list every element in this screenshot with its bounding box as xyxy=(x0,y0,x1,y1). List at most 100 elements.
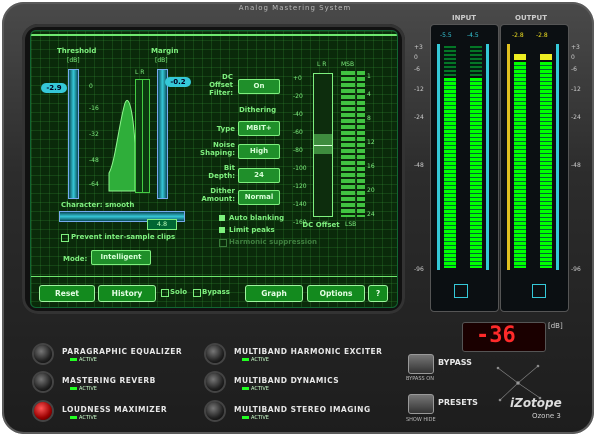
help-button[interactable]: ? xyxy=(368,285,388,302)
bit-tick: 8 xyxy=(367,115,371,122)
bit-tick: 1 xyxy=(367,73,371,80)
mastering-reverb-knob[interactable] xyxy=(34,373,52,391)
dc-offset-button[interactable]: On xyxy=(238,79,280,94)
dither-amount-label: Dither Amount: xyxy=(201,187,235,203)
meter-tick: -12 xyxy=(571,86,581,93)
multiband-dynamics-knob[interactable] xyxy=(206,373,224,391)
presets-sub: SHOW HIDE xyxy=(406,417,436,423)
dc-scale-tick: -20 xyxy=(293,93,303,100)
margin-value[interactable]: -0.2 xyxy=(165,77,191,87)
module-label: MASTERING REVERB xyxy=(62,376,156,385)
gain-tick: -48 xyxy=(89,157,99,164)
db-readout-unit: [dB] xyxy=(548,322,563,330)
meter-tick: 0 xyxy=(414,54,418,61)
meter-tick: 0 xyxy=(571,54,575,61)
module-status: ACTIVE xyxy=(70,357,97,363)
module-status: ACTIVE xyxy=(242,386,269,392)
gain-tick: -16 xyxy=(89,105,99,112)
bit-tick: 24 xyxy=(367,211,375,218)
input-label: INPUT xyxy=(452,14,477,22)
character-value: 4.8 xyxy=(147,219,177,230)
solo-checkbox[interactable] xyxy=(161,289,169,297)
input-peak-r: -4.5 xyxy=(467,32,479,39)
bypass-title: BYPASS xyxy=(438,358,472,367)
dc-scale-tick: -60 xyxy=(293,129,303,136)
input-link-icon[interactable] xyxy=(454,284,468,298)
meter-tick: -24 xyxy=(414,114,424,121)
limit-peaks-label: Limit peaks xyxy=(229,226,275,234)
dc-scale-tick: +0 xyxy=(293,75,302,82)
dc-offset-caption: DC Offset xyxy=(302,221,340,229)
bypass-label: Bypass xyxy=(202,288,230,296)
output-rail-l xyxy=(507,44,510,270)
threshold-slider[interactable] xyxy=(68,69,79,199)
bypass-button[interactable] xyxy=(408,354,434,374)
bit-depth-select[interactable]: 24 xyxy=(238,168,280,183)
output-peak-l: -2.8 xyxy=(512,32,524,39)
module-label: PARAGRAPHIC EQUALIZER xyxy=(62,347,183,356)
dithering-label: Dithering xyxy=(239,106,277,114)
loudness-maximizer-knob[interactable] xyxy=(34,402,52,420)
solo-label: Solo xyxy=(170,288,188,296)
dither-type-label: Type xyxy=(216,125,235,133)
dither-amount-select[interactable]: Normal xyxy=(238,190,280,205)
threshold-value[interactable]: -2.9 xyxy=(41,83,67,93)
limit-peaks-checkbox[interactable] xyxy=(219,227,225,233)
stereo-imaging-knob[interactable] xyxy=(206,402,224,420)
meter-tick: -96 xyxy=(414,266,424,273)
meter-tick: -12 xyxy=(414,86,424,93)
output-label: OUTPUT xyxy=(515,14,547,22)
module-status-text: ACTIVE xyxy=(251,357,269,363)
output-mini-meter-r xyxy=(142,79,150,193)
module-status-text: ACTIVE xyxy=(79,415,97,421)
dc-scale-tick: -80 xyxy=(293,147,303,154)
options-button[interactable]: Options xyxy=(307,285,365,302)
threshold-unit: [dB] xyxy=(67,57,80,64)
reset-button[interactable]: Reset xyxy=(39,285,95,302)
module-status-text: ACTIVE xyxy=(79,386,97,392)
dc-lr-label: L R xyxy=(317,61,327,68)
presets-title: PRESETS xyxy=(438,398,478,407)
bit-tick: 4 xyxy=(367,91,371,98)
bypass-checkbox[interactable] xyxy=(193,289,201,297)
margin-label: Margin xyxy=(151,47,179,55)
auto-blanking-checkbox[interactable] xyxy=(219,215,225,221)
harmonic-exciter-knob[interactable] xyxy=(206,345,224,363)
output-link-icon[interactable] xyxy=(532,284,546,298)
output-led-l-peak xyxy=(514,54,526,60)
dc-scale-tick: -140 xyxy=(293,201,307,208)
bit-tick: 20 xyxy=(367,187,375,194)
dither-type-select[interactable]: MBIT+ xyxy=(238,121,280,136)
harmonic-suppression-checkbox[interactable] xyxy=(219,239,227,247)
dc-scale-tick: -40 xyxy=(293,111,303,118)
module-status-text: ACTIVE xyxy=(251,386,269,392)
margin-unit: [dB] xyxy=(155,57,168,64)
prevent-clips-checkbox[interactable] xyxy=(61,234,69,242)
module-label: MULTIBAND HARMONIC EXCITER xyxy=(234,347,383,356)
module-status: ACTIVE xyxy=(242,357,269,363)
lcd-display: Threshold [dB] -2.9 0 -16 -32 -48 -64 L … xyxy=(30,30,398,308)
noise-shaping-select[interactable]: High xyxy=(238,144,280,159)
graph-button[interactable]: Graph xyxy=(245,285,303,302)
bit-tick: 16 xyxy=(367,163,375,170)
output-led-l xyxy=(514,62,526,268)
meter-tick: +3 xyxy=(571,44,580,51)
margin-slider[interactable] xyxy=(157,69,168,199)
meter-tick: +3 xyxy=(414,44,423,51)
module-status-text: ACTIVE xyxy=(251,415,269,421)
paragraphic-eq-knob[interactable] xyxy=(34,345,52,363)
lcd-top-rule xyxy=(31,34,397,36)
module-status: ACTIVE xyxy=(242,415,269,421)
gain-tick: 0 xyxy=(89,83,93,90)
bit-depth-label: Bit Depth: xyxy=(208,164,235,180)
auto-blanking-label: Auto blanking xyxy=(229,214,285,222)
bit-meter-left xyxy=(341,71,355,217)
output-led-r-peak xyxy=(540,54,552,60)
gain-tick: -32 xyxy=(89,131,99,138)
lsb-label: LSB xyxy=(345,221,357,228)
bypass-sub: BYPASS ON xyxy=(406,376,434,382)
mode-select[interactable]: Intelligent xyxy=(91,250,151,265)
character-label: Character: smooth xyxy=(61,201,135,209)
history-button[interactable]: History xyxy=(98,285,156,302)
presets-button[interactable] xyxy=(408,394,434,414)
